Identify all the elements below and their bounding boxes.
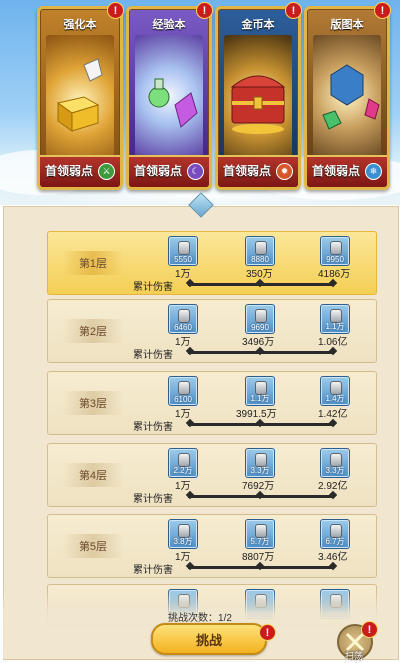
reward-coin-icon[interactable]: 3.8万: [168, 519, 198, 549]
card-title: 强化本: [63, 19, 97, 31]
alert-badge: !: [196, 2, 213, 19]
challenge-button[interactable]: 挑战: [151, 623, 267, 655]
damage-threshold: 1万: [175, 337, 191, 348]
dungeon-banner: 强化本 首领弱点 ⚔ ! 经验本 首领弱点 ☾ ! 金币本 首领弱点 ✹ ! 版…: [0, 0, 400, 205]
card-title: 金币本: [241, 19, 275, 31]
floor-row-5[interactable]: 第5层 3.8万 5.7万 6.7万 1万 8807万 3.46亿 累计伤害: [47, 514, 377, 578]
reward-coin-icon[interactable]: 6460: [168, 304, 198, 334]
boss-weakness-label: 首领弱点: [45, 164, 94, 178]
reward-coin-icon[interactable]: 5550: [168, 236, 198, 266]
reward-coin-icon[interactable]: 3.3万: [320, 448, 350, 478]
sword-icon: ⚔: [98, 163, 115, 180]
reward-coin-icon[interactable]: 1.1万: [320, 304, 350, 334]
reward-coin-icon[interactable]: 3.3万: [245, 448, 275, 478]
reward-coin-icon[interactable]: 6100: [168, 376, 198, 406]
moon-icon: ☾: [187, 163, 204, 180]
floor-row-4[interactable]: 第4层 2.2万 3.3万 3.3万 1万 7692万 2.92亿 累计伤害: [47, 443, 377, 507]
boss-weakness-label: 首领弱点: [223, 164, 272, 178]
gold-ingot-art: [46, 35, 114, 157]
potion-art: [135, 35, 203, 157]
floor-label: 第1层: [62, 251, 124, 275]
sweep-label: 扫荡: [344, 651, 363, 661]
cumulative-damage-label: 累计伤害: [133, 565, 173, 576]
damage-threshold: 4186万: [318, 269, 351, 280]
alert-badge: !: [361, 621, 378, 638]
alert-badge: !: [374, 2, 391, 19]
floor-row-2[interactable]: 第2层 6460 9690 1.1万 1万 3496万 1.06亿 累计伤害: [47, 299, 377, 363]
gem-tile-art: [313, 35, 381, 157]
dungeon-card-enhance[interactable]: 强化本 首领弱点 ⚔: [37, 6, 123, 190]
flame-icon: ✹: [276, 163, 293, 180]
boss-weakness-label: 首领弱点: [134, 164, 183, 178]
treasure-chest-art: [224, 35, 292, 157]
reward-coin-icon[interactable]: 9950: [320, 236, 350, 266]
cumulative-damage-label: 累计伤害: [133, 350, 173, 361]
floor-row-1[interactable]: 第1层 5550 8880 9950 1万 350万 4186万 累计伤害: [47, 231, 377, 295]
floor-label: 第3层: [62, 391, 124, 415]
floor-row-3[interactable]: 第3层 6100 1.1万 1.4万 1万 3991.5万 1.42亿 累计伤害: [47, 371, 377, 435]
boss-weakness-label: 首领弱点: [312, 164, 361, 178]
alert-badge: !: [259, 624, 276, 641]
reward-coin-icon[interactable]: 8880: [245, 236, 275, 266]
damage-threshold: 1万: [175, 481, 191, 492]
cumulative-damage-label: 累计伤害: [133, 282, 173, 293]
floor-label: 第2层: [62, 319, 124, 343]
damage-threshold: 8807万: [242, 552, 275, 563]
damage-threshold: 7692万: [242, 481, 275, 492]
dungeon-card-gold[interactable]: 金币本 首领弱点 ✹: [215, 6, 301, 190]
card-title: 经验本: [152, 19, 186, 31]
floor-label: 第4层: [62, 463, 124, 487]
damage-threshold: 1万: [175, 552, 191, 563]
alert-badge: !: [107, 2, 124, 19]
card-title: 版图本: [330, 19, 364, 31]
snowflake-icon: ❄: [365, 163, 382, 180]
reward-coin-icon[interactable]: 6.7万: [320, 519, 350, 549]
cumulative-damage-label: 累计伤害: [133, 422, 173, 433]
cumulative-damage-label: 累计伤害: [133, 494, 173, 505]
dungeon-card-territory[interactable]: 版图本 首领弱点 ❄: [304, 6, 390, 190]
dungeon-card-exp[interactable]: 经验本 首领弱点 ☾: [126, 6, 212, 190]
reward-coin-icon[interactable]: 1.4万: [320, 376, 350, 406]
reward-coin-icon[interactable]: 2.2万: [168, 448, 198, 478]
attempts-counter: 挑战次数：1/2: [168, 613, 232, 624]
floor-label: 第5层: [62, 534, 124, 558]
damage-threshold: 3496万: [242, 337, 275, 348]
damage-threshold: 1万: [175, 269, 191, 280]
reward-coin-icon[interactable]: 1.1万: [245, 376, 275, 406]
reward-coin-icon[interactable]: 5.7万: [245, 519, 275, 549]
alert-badge: !: [285, 2, 302, 19]
damage-threshold: 1万: [175, 409, 191, 420]
damage-threshold: 3991.5万: [236, 409, 277, 420]
reward-coin-icon[interactable]: 9690: [245, 304, 275, 334]
